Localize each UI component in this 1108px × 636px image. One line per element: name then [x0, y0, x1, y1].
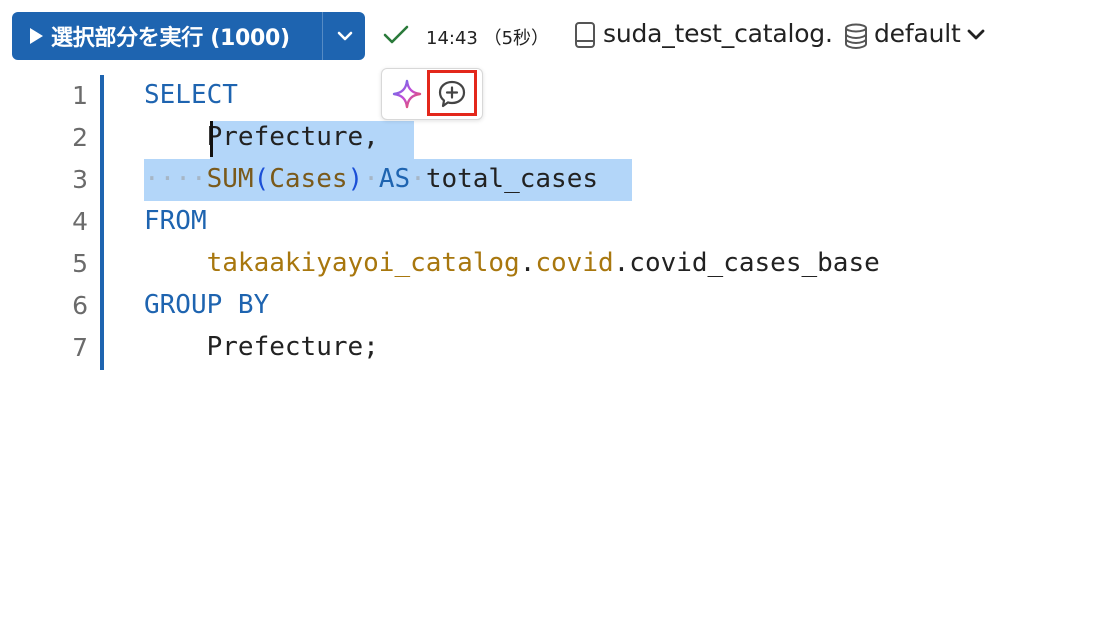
code-line[interactable]: 6 GROUP BY: [0, 285, 1108, 327]
run-button-divider: [322, 12, 323, 60]
run-selection-label: 選択部分を実行 (1000): [51, 26, 290, 51]
execution-status-text: 14:43 （5秒）: [426, 28, 550, 49]
line-number: 5: [72, 249, 88, 278]
code-line[interactable]: 2 Prefecture,: [0, 117, 1108, 159]
code-line[interactable]: 1 SELECT: [0, 75, 1108, 117]
run-selection-button[interactable]: 選択部分を実行 (1000): [12, 12, 365, 60]
line-number: 3: [72, 165, 88, 194]
line-number: 4: [72, 207, 88, 236]
line-number: 2: [72, 123, 88, 152]
code-line[interactable]: 7 Prefecture;: [0, 327, 1108, 369]
sparkle-icon[interactable]: [392, 79, 422, 109]
database-icon: [845, 23, 867, 49]
schema-selector[interactable]: default: [874, 19, 961, 48]
catalog-schema-separator: .: [824, 19, 833, 48]
sql-code-editor[interactable]: 1 SELECT 2 Prefecture, 3 ····SUM(Cases)·…: [0, 75, 1108, 375]
code-line[interactable]: 5 takaakiyayoi_catalog.covid.covid_cases…: [0, 243, 1108, 285]
code-text: GROUP BY: [144, 290, 270, 320]
catalog-icon: [575, 22, 595, 48]
chevron-down-icon[interactable]: [964, 25, 988, 45]
text-cursor: [210, 121, 213, 157]
check-icon: [383, 25, 409, 44]
code-text: takaakiyayoi_catalog.covid.covid_cases_b…: [206, 248, 880, 278]
line-number: 7: [72, 333, 88, 362]
code-text: FROM: [144, 206, 207, 236]
chevron-down-icon[interactable]: [334, 26, 356, 46]
play-icon: [30, 28, 43, 44]
code-text: ····SUM(Cases)·AS·total_cases: [144, 164, 598, 194]
add-comment-button[interactable]: [427, 70, 477, 116]
code-line[interactable]: 4 FROM: [0, 201, 1108, 243]
catalog-name: suda_test_catalog: [603, 19, 825, 48]
code-text: SELECT: [144, 80, 238, 110]
line-number: 1: [72, 81, 88, 110]
selection-action-popup: [381, 68, 483, 120]
code-text: Prefecture;: [206, 332, 379, 362]
code-text: Prefecture,: [206, 122, 379, 152]
add-comment-icon: [438, 80, 466, 108]
code-line[interactable]: 3 ····SUM(Cases)·AS·total_cases: [0, 159, 1108, 201]
editor-toolbar: 選択部分を実行 (1000) 14:43 （5秒） suda_test_cata…: [0, 0, 1108, 72]
line-number: 6: [72, 291, 88, 320]
catalog-selector[interactable]: suda_test_catalog.: [603, 19, 833, 48]
